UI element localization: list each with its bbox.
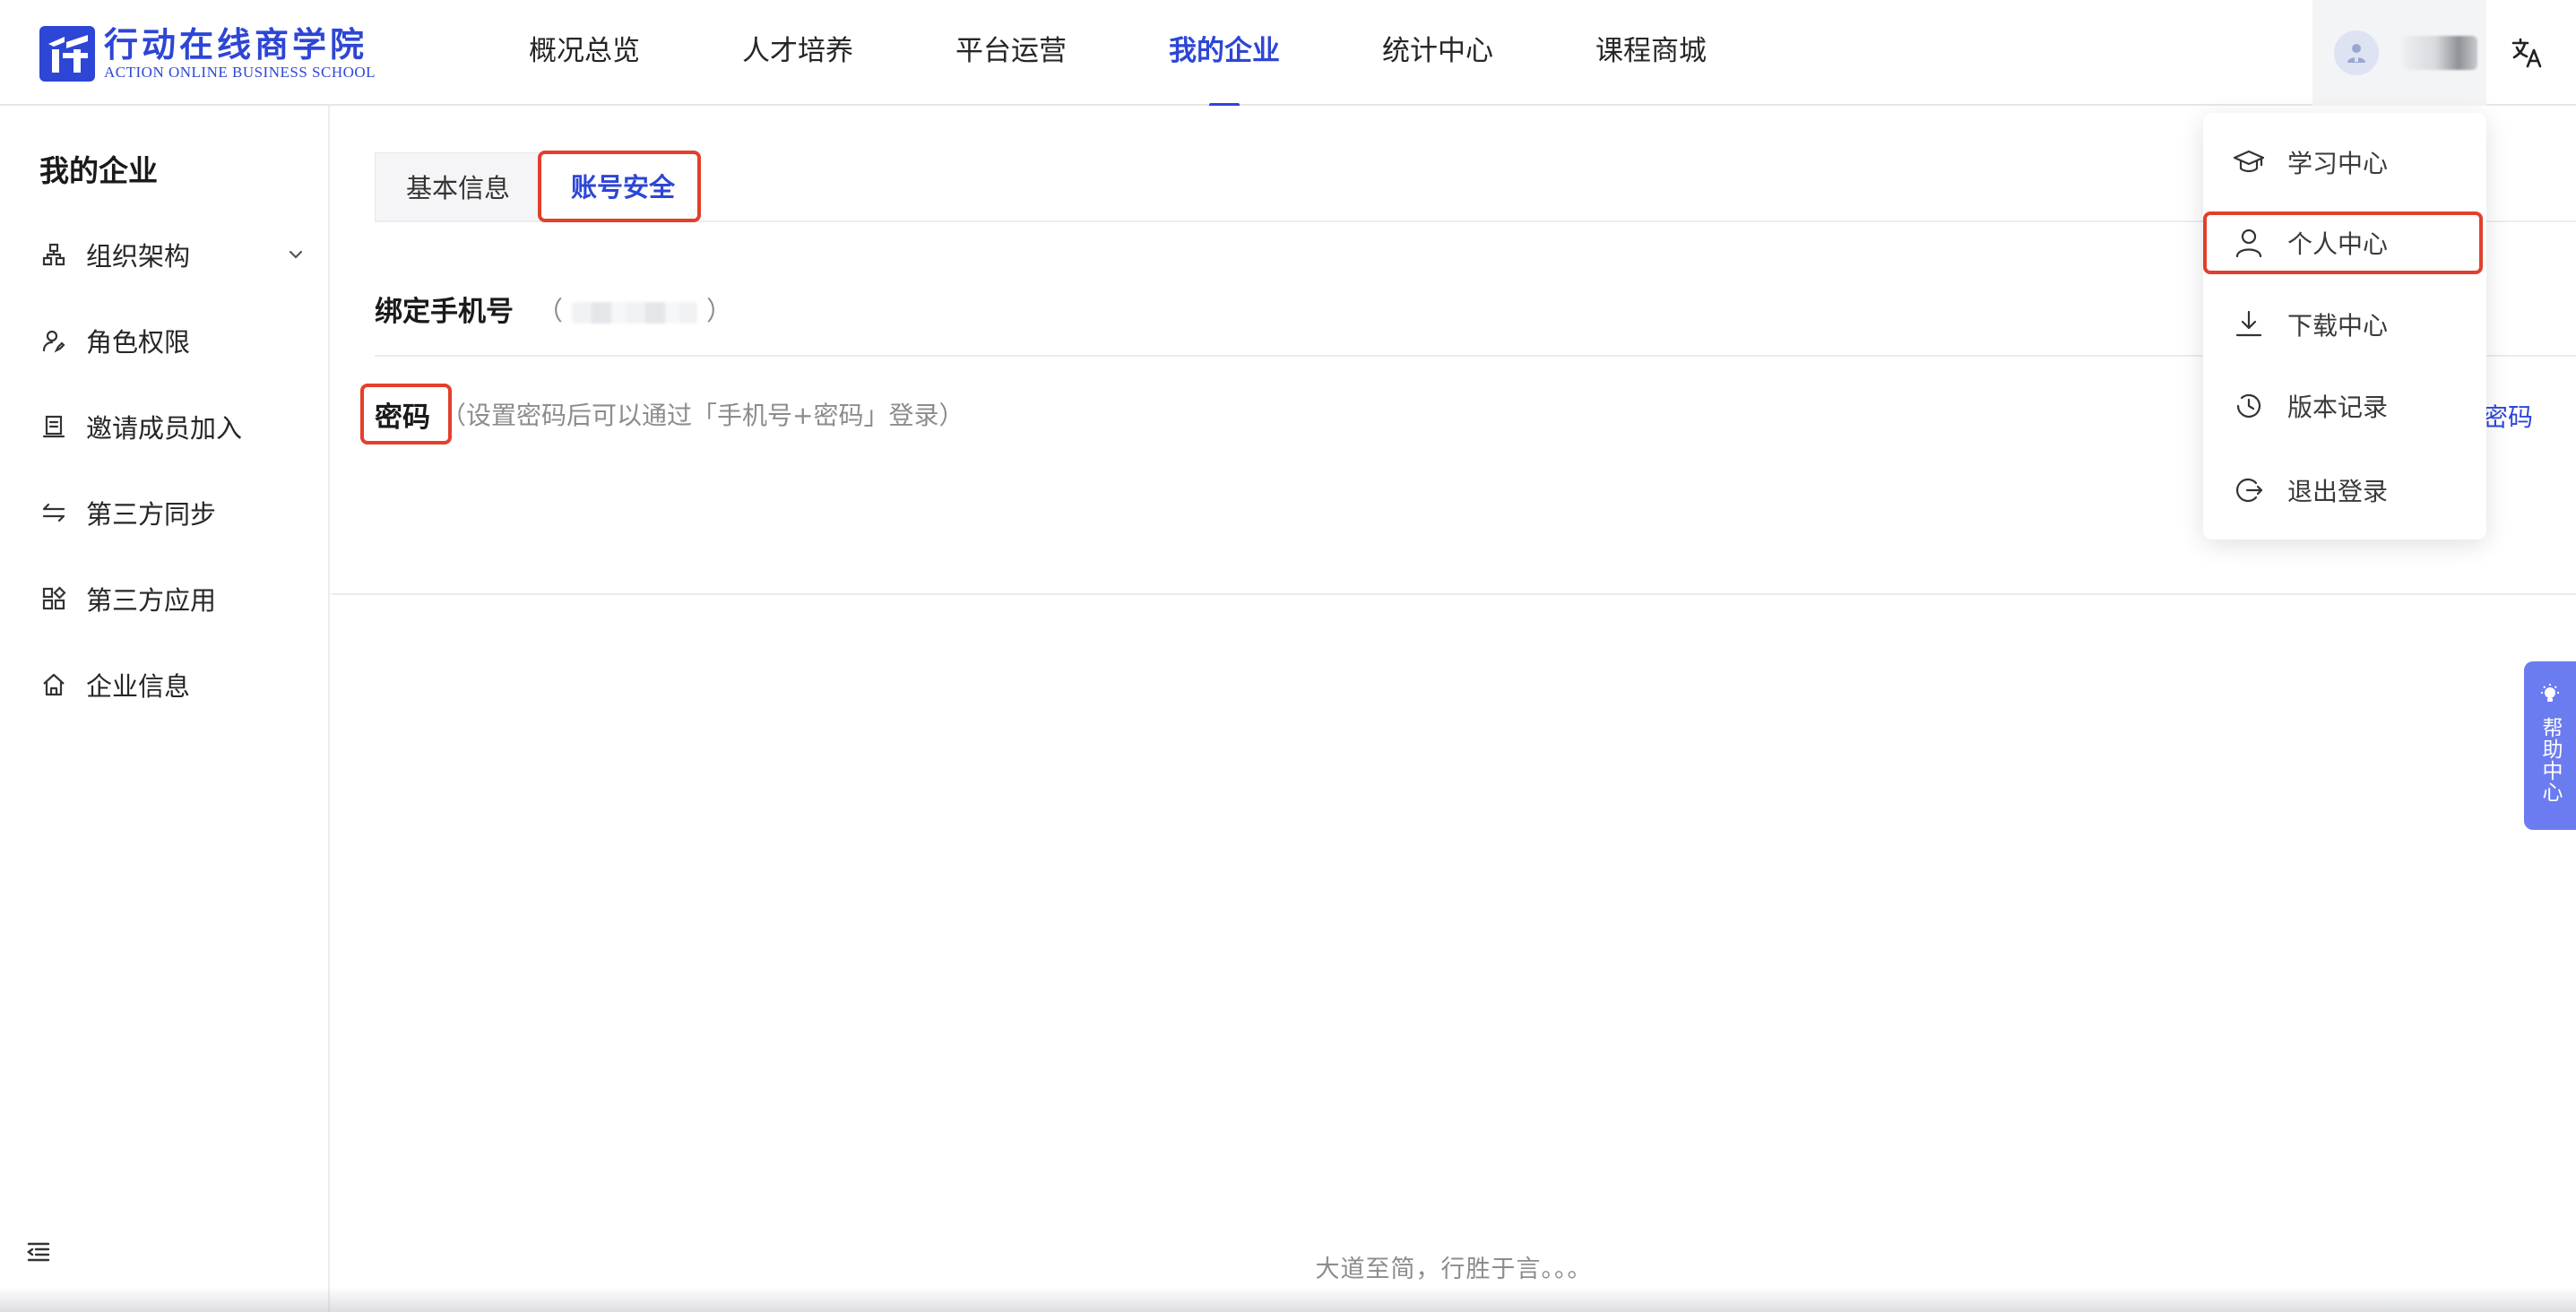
password-hint: （设置密码后可以通过「手机号+密码」登录） [441, 401, 964, 430]
brand-logo[interactable]: 行动在线商学院 ACTION ONLINE BUSINESS SCHOOL [39, 25, 376, 82]
sidebar-item-org-structure[interactable]: 组织架构 [39, 233, 308, 276]
phone-number-value: （） [537, 290, 732, 328]
settings-tabs: 基本信息 账号安全 [375, 152, 706, 222]
dropdown-item-label: 个人中心 [2287, 229, 2389, 259]
dropdown-item-label: 下载中心 [2287, 311, 2389, 341]
org-structure-icon [39, 240, 68, 269]
dropdown-item-personal-center[interactable]: 个人中心 [2223, 213, 2467, 272]
sidebar-item-label: 组织架构 [86, 241, 191, 272]
help-center-label: 帮助中心 [2538, 717, 2562, 803]
nav-item-overview[interactable]: 概况总览 [529, 0, 640, 106]
nav-item-talent[interactable]: 人才培养 [742, 0, 853, 106]
logo-mark-icon [39, 26, 95, 82]
footer-slogan: 大道至简，行胜于言。。。 [1315, 1256, 1593, 1283]
home-icon [39, 670, 68, 699]
nav-item-my-company[interactable]: 我的企业 [1169, 0, 1280, 108]
bottom-shadow [0, 1287, 2576, 1312]
paren-close: ） [706, 296, 733, 326]
translate-icon[interactable] [2508, 34, 2546, 72]
collapse-menu-icon[interactable] [25, 1239, 54, 1267]
person-icon [2232, 226, 2266, 260]
nav-item-course-mall[interactable]: 课程商城 [1595, 0, 1707, 106]
sidebar-item-third-party-sync[interactable]: 第三方同步 [39, 491, 308, 534]
sync-icon [39, 498, 68, 527]
sidebar-item-company-info[interactable]: 企业信息 [39, 663, 308, 706]
bind-phone-label: 绑定手机号 [375, 296, 514, 328]
invite-icon [39, 412, 68, 441]
user-role-icon [39, 326, 68, 355]
logout-icon [2232, 473, 2266, 507]
user-menu-trigger[interactable] [2312, 0, 2486, 106]
sidebar-item-label: 第三方同步 [86, 499, 217, 530]
help-center-button[interactable]: 帮助中心 [2524, 661, 2576, 830]
sidebar-item-third-party-apps[interactable]: 第三方应用 [39, 577, 308, 620]
sidebar-item-role-permission[interactable]: 角色权限 [39, 319, 308, 362]
sidebar-item-label: 邀请成员加入 [86, 413, 243, 444]
dropdown-item-download-center[interactable]: 下载中心 [2223, 295, 2467, 354]
sidebar-item-label: 第三方应用 [86, 585, 217, 616]
sidebar-item-invite-members[interactable]: 邀请成员加入 [39, 405, 308, 448]
apps-icon [39, 584, 68, 613]
password-label: 密码 [375, 401, 430, 434]
dropdown-item-learning-center[interactable]: 学习中心 [2223, 133, 2467, 192]
history-icon [2232, 389, 2266, 423]
paren-open: （ [537, 296, 564, 326]
top-header: 行动在线商学院 ACTION ONLINE BUSINESS SCHOOL 概况… [0, 0, 2576, 108]
nav-item-operations[interactable]: 平台运营 [955, 0, 1067, 106]
sidebar-title: 我的企业 [39, 153, 158, 188]
brand-name-cn: 行动在线商学院 [104, 25, 368, 65]
main-nav: 概况总览 人才培养 平台运营 我的企业 统计中心 课程商城 [529, 0, 1809, 108]
sidebar-item-label: 企业信息 [86, 671, 191, 702]
set-password-link[interactable]: 密码 [2483, 398, 2533, 434]
chevron-down-icon[interactable] [283, 242, 308, 267]
tab-basic-info[interactable]: 基本信息 [375, 152, 541, 222]
dropdown-item-label: 退出登录 [2287, 477, 2389, 506]
dropdown-item-label: 版本记录 [2287, 393, 2389, 422]
sidebar: 我的企业 组织架构 角色权限 邀请成员加入 第三方同步 第三方应用 企业信息 [0, 106, 330, 1312]
lightbulb-icon [2538, 683, 2562, 710]
username-blurred [2402, 36, 2477, 70]
brand-name-en: ACTION ONLINE BUSINESS SCHOOL [104, 64, 376, 81]
nav-item-statistics[interactable]: 统计中心 [1382, 0, 1493, 106]
user-dropdown-menu: 学习中心 个人中心 下载中心 版本记录 退出登录 [2203, 113, 2486, 539]
password-row: 密码 （设置密码后可以通过「手机号+密码」登录） [375, 389, 964, 439]
graduation-cap-icon [2232, 145, 2266, 179]
dropdown-item-version-history[interactable]: 版本记录 [2223, 376, 2467, 436]
download-icon [2232, 307, 2266, 341]
phone-number-blurred [572, 302, 698, 324]
sidebar-item-label: 角色权限 [86, 327, 191, 358]
dropdown-item-label: 学习中心 [2287, 149, 2389, 178]
user-avatar-icon [2334, 30, 2379, 75]
tab-account-security[interactable]: 账号安全 [540, 152, 706, 222]
dropdown-item-logout[interactable]: 退出登录 [2223, 461, 2467, 520]
